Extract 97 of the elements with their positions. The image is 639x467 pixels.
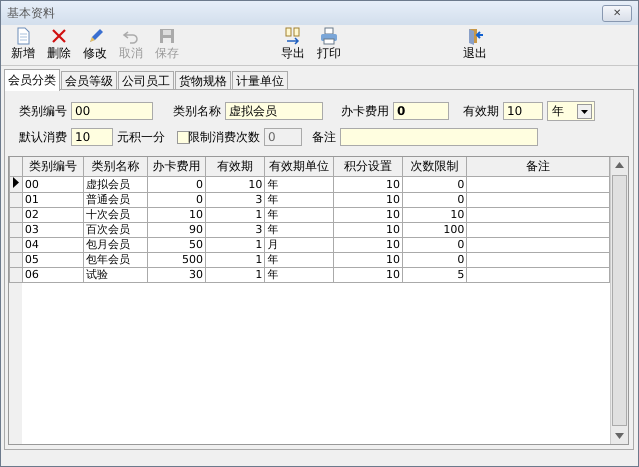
- table-cell: 90: [189, 223, 204, 236]
- column-header[interactable]: 类别名称: [84, 157, 148, 176]
- tab[interactable]: 会员分类: [4, 69, 60, 91]
- input-field[interactable]: 00: [71, 102, 153, 120]
- field-label: 办卡费用: [341, 102, 389, 120]
- table-cell: 10: [386, 223, 400, 236]
- table-cell: 0: [457, 253, 464, 266]
- table-cell: 10: [248, 178, 262, 190]
- table-cell: 06: [24, 268, 39, 281]
- table-cell: 0: [196, 178, 204, 190]
- table-cell: 10: [386, 178, 400, 190]
- dropdown[interactable]: 年: [547, 101, 595, 121]
- tab[interactable]: 计量单位: [232, 71, 288, 90]
- table-cell: 虚拟会员: [86, 178, 130, 190]
- save-icon: [158, 27, 176, 45]
- table-cell: 年: [267, 178, 278, 190]
- table-cell: 年: [267, 253, 278, 266]
- window-title: 基本资料: [7, 4, 55, 22]
- table-cell: 10: [386, 253, 400, 266]
- table-cell: 年: [267, 223, 278, 236]
- toolbar-button[interactable]: 退出: [457, 25, 493, 65]
- table-cell: 0: [457, 178, 464, 190]
- table-cell: 年: [267, 208, 278, 221]
- table-cell: 10: [189, 208, 204, 221]
- table-cell: 10: [386, 268, 400, 281]
- field-label: 类别编号: [19, 102, 67, 120]
- table-cell: 04: [24, 238, 39, 251]
- checkbox-label: 限制消费次数: [188, 128, 260, 146]
- tab[interactable]: 货物规格: [175, 71, 231, 90]
- column-header[interactable]: 积分设置: [334, 157, 402, 176]
- export-icon: [284, 27, 302, 45]
- field-label: 备注: [312, 128, 336, 146]
- table-cell: 100: [443, 223, 464, 236]
- tab[interactable]: 公司员工: [118, 71, 174, 90]
- toolbar-button[interactable]: 新增: [5, 25, 41, 65]
- toolbar-button[interactable]: 打印: [311, 25, 347, 65]
- scroll-down-icon[interactable]: [615, 433, 624, 439]
- table-cell: 0: [457, 193, 464, 206]
- table-cell: 0: [457, 238, 464, 251]
- table-cell: 10: [386, 208, 400, 221]
- table-cell: 普通会员: [86, 193, 130, 206]
- toolbar-button[interactable]: 删除: [41, 25, 77, 65]
- table-cell: 02: [24, 208, 39, 221]
- table-cell: 30: [189, 268, 204, 281]
- input-field[interactable]: 虚拟会员: [225, 102, 323, 120]
- table-cell: 1: [255, 268, 262, 281]
- table-cell: 年: [267, 193, 278, 206]
- column-header[interactable]: 类别编号: [22, 157, 84, 176]
- table-cell: 10: [450, 208, 464, 221]
- toolbar-button[interactable]: 修改: [77, 25, 113, 65]
- column-header[interactable]: 备注: [466, 157, 610, 176]
- table-cell: 百次会员: [86, 223, 130, 236]
- scroll-up-icon[interactable]: [615, 162, 624, 168]
- table-cell: 00: [24, 178, 39, 190]
- table-cell: 50: [189, 238, 204, 251]
- current-row-icon: [12, 177, 20, 188]
- cross-icon: [50, 27, 68, 45]
- table-cell: 年: [267, 268, 278, 281]
- table-cell: 10: [386, 238, 400, 251]
- table-cell: 3: [255, 193, 262, 206]
- scroll-thumb[interactable]: [612, 175, 627, 426]
- table-cell: 01: [24, 193, 39, 206]
- row-selector[interactable]: [10, 176, 22, 192]
- input-field[interactable]: 10: [503, 102, 543, 120]
- field-label: 默认消费: [19, 128, 67, 146]
- checkbox[interactable]: [177, 130, 190, 144]
- table-cell: 十次会员: [86, 208, 130, 221]
- table-cell: 03: [24, 223, 39, 236]
- toolbar-button[interactable]: 导出: [275, 25, 311, 65]
- table-cell: 3: [255, 223, 262, 236]
- tab[interactable]: 会员等级: [61, 71, 117, 90]
- field-label: 类别名称: [173, 102, 221, 120]
- table-cell: 5: [457, 268, 464, 281]
- input-field[interactable]: 0: [393, 102, 449, 120]
- column-header[interactable]: 有效期单位: [264, 157, 334, 176]
- table-cell: 包月会员: [86, 238, 130, 251]
- table-cell: 试验: [86, 268, 108, 281]
- field-label: 元积一分: [117, 128, 165, 146]
- table-cell: 1: [255, 253, 262, 266]
- input-field[interactable]: [340, 128, 538, 146]
- table-cell: 月: [267, 238, 278, 251]
- column-header[interactable]: 办卡费用: [148, 157, 206, 176]
- printer-icon: [320, 27, 338, 45]
- input-field[interactable]: 10: [71, 128, 113, 146]
- table-cell: 0: [196, 193, 204, 206]
- table-cell: 包年会员: [86, 253, 130, 266]
- input-field[interactable]: 0: [264, 128, 302, 146]
- table-cell: 10: [386, 193, 400, 206]
- table-cell: 500: [182, 253, 204, 266]
- column-header[interactable]: 有效期: [206, 157, 265, 176]
- table-cell: 1: [255, 238, 262, 251]
- door-icon: [466, 27, 484, 45]
- table-cell: 05: [24, 253, 39, 266]
- field-label: 有效期: [463, 102, 499, 120]
- table-cell: 1: [255, 208, 262, 221]
- close-button[interactable]: ✕: [602, 4, 632, 22]
- column-header[interactable]: 次数限制: [402, 157, 467, 176]
